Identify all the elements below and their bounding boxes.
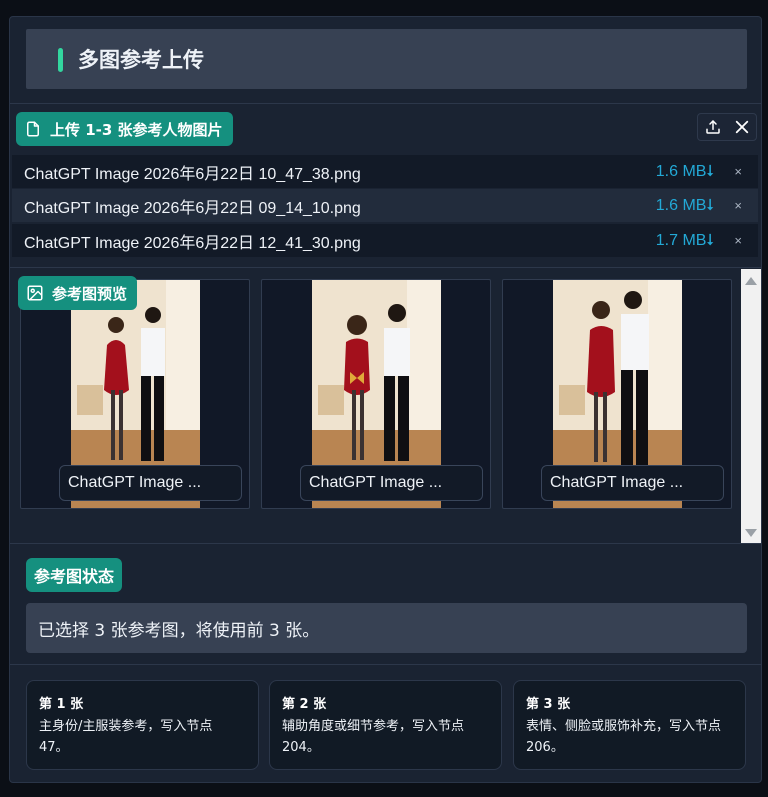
panel-header: 多图参考上传 (26, 29, 747, 89)
role-description: 主身份/主服装参考，写入节点 47。 (39, 719, 213, 755)
upload-icon (705, 120, 720, 134)
download-icon: ⭣ (706, 162, 714, 180)
thumbnail-caption: ChatGPT Image ... (541, 465, 724, 501)
file-row: ChatGPT Image 2026年6月22日 09_14_10.png 1.… (12, 189, 758, 222)
file-size-download-link[interactable]: 1.7 MB⭣ (656, 232, 714, 250)
file-size-download-link[interactable]: 1.6 MB⭣ (656, 197, 714, 215)
preview-thumbnail[interactable]: ChatGPT Image ... (261, 279, 491, 509)
preview-thumbnail[interactable]: ChatGPT Image ... (502, 279, 732, 509)
download-icon: ⭣ (706, 196, 714, 214)
upload-panel: 多图参考上传 上传 1-3 张参考人物图片 ChatGPT Image 2026… (9, 16, 762, 783)
upload-section: 上传 1-3 张参考人物图片 ChatGPT Image 2026年6月22日 … (10, 105, 761, 267)
scroll-down-icon[interactable] (745, 529, 757, 537)
upload-badge-label: 上传 1-3 张参考人物图片 (50, 120, 223, 139)
file-size-download-link[interactable]: 1.6 MB⭣ (656, 163, 714, 181)
file-size: 1.6 MB (655, 162, 707, 180)
role-card: 第 1 张 主身份/主服装参考，写入节点 47。 (26, 680, 259, 770)
preview-badge-label: 参考图预览 (52, 284, 128, 303)
role-title: 第 1 张 (39, 697, 84, 712)
file-name: ChatGPT Image 2026年6月22日 10_47_38.png (24, 165, 361, 183)
remove-file-button[interactable]: × (734, 164, 742, 179)
status-section: 参考图状态 已选择 3 张参考图，将使用前 3 张。 (10, 545, 761, 663)
preview-section: ChatGPT Image ... ChatGPT Image ... Chat… (10, 269, 761, 543)
file-name: ChatGPT Image 2026年6月22日 09_14_10.png (24, 199, 361, 217)
role-title: 第 2 张 (282, 697, 327, 712)
preview-thumbnail[interactable]: ChatGPT Image ... (20, 279, 250, 509)
divider (10, 103, 761, 104)
preview-badge: 参考图预览 (18, 276, 138, 310)
clear-button[interactable] (727, 114, 756, 140)
thumbnail-caption: ChatGPT Image ... (300, 465, 483, 501)
file-size: 1.6 MB (655, 196, 707, 214)
role-card: 第 3 张 表情、侧脸或服饰补充，写入节点 206。 (513, 680, 746, 770)
remove-file-button[interactable]: × (734, 233, 742, 248)
status-message: 已选择 3 张参考图，将使用前 3 张。 (26, 603, 747, 653)
role-card: 第 2 张 辅助角度或细节参考，写入节点 204。 (269, 680, 502, 770)
status-badge: 参考图状态 (26, 558, 123, 592)
download-icon: ⭣ (706, 231, 714, 249)
divider (10, 664, 761, 665)
role-title: 第 3 张 (526, 697, 571, 712)
divider (10, 543, 761, 544)
page-title: 多图参考上传 (78, 48, 204, 72)
thumbnail-caption: ChatGPT Image ... (59, 465, 242, 501)
upload-dropzone-button[interactable]: 上传 1-3 张参考人物图片 (16, 112, 233, 146)
roles-section: 第 1 张 主身份/主服装参考，写入节点 47。 第 2 张 辅助角度或细节参考… (10, 667, 761, 783)
image-icon (27, 285, 43, 301)
upload-toolbar (697, 113, 757, 141)
close-icon (735, 120, 748, 134)
scroll-up-icon[interactable] (745, 277, 757, 285)
role-description: 辅助角度或细节参考，写入节点 204。 (282, 719, 465, 755)
file-icon (27, 121, 39, 137)
file-row: ChatGPT Image 2026年6月22日 12_41_30.png 1.… (12, 224, 758, 257)
file-row: ChatGPT Image 2026年6月22日 10_47_38.png 1.… (12, 155, 758, 188)
remove-file-button[interactable]: × (734, 198, 742, 213)
upload-button[interactable] (698, 114, 727, 140)
role-description: 表情、侧脸或服饰补充，写入节点 206。 (526, 719, 722, 755)
preview-scrollbar[interactable] (741, 269, 761, 543)
file-name: ChatGPT Image 2026年6月22日 12_41_30.png (24, 234, 361, 252)
divider (10, 267, 761, 268)
header-accent-bar (58, 48, 63, 72)
file-size: 1.7 MB (655, 231, 707, 249)
